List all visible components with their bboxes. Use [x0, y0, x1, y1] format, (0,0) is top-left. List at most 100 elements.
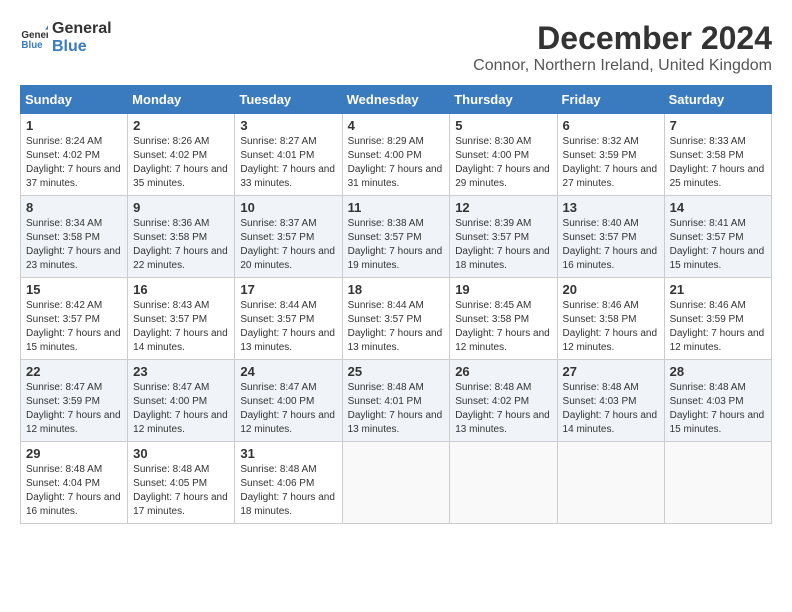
- day-number: 24: [240, 364, 336, 379]
- day-number: 9: [133, 200, 229, 215]
- day-content: Sunrise: 8:38 AM Sunset: 3:57 PM Dayligh…: [348, 217, 445, 273]
- day-number: 13: [563, 200, 659, 215]
- day-number: 11: [348, 200, 445, 215]
- day-number: 22: [26, 364, 122, 379]
- day-number: 29: [26, 446, 122, 461]
- day-cell: 14 Sunrise: 8:41 AM Sunset: 3:57 PM Dayl…: [664, 196, 771, 278]
- day-number: 6: [563, 118, 659, 133]
- day-cell: 26 Sunrise: 8:48 AM Sunset: 4:02 PM Dayl…: [450, 360, 557, 442]
- day-cell: 3 Sunrise: 8:27 AM Sunset: 4:01 PM Dayli…: [235, 114, 342, 196]
- day-cell: 1 Sunrise: 8:24 AM Sunset: 4:02 PM Dayli…: [21, 114, 128, 196]
- day-number: 30: [133, 446, 229, 461]
- day-cell: 28 Sunrise: 8:48 AM Sunset: 4:03 PM Dayl…: [664, 360, 771, 442]
- day-cell: 20 Sunrise: 8:46 AM Sunset: 3:58 PM Dayl…: [557, 278, 664, 360]
- day-content: Sunrise: 8:44 AM Sunset: 3:57 PM Dayligh…: [348, 299, 445, 355]
- day-content: Sunrise: 8:48 AM Sunset: 4:06 PM Dayligh…: [240, 463, 336, 519]
- day-number: 23: [133, 364, 229, 379]
- day-content: Sunrise: 8:29 AM Sunset: 4:00 PM Dayligh…: [348, 135, 445, 191]
- day-number: 18: [348, 282, 445, 297]
- day-number: 21: [670, 282, 766, 297]
- day-number: 12: [455, 200, 551, 215]
- day-content: Sunrise: 8:37 AM Sunset: 3:57 PM Dayligh…: [240, 217, 336, 273]
- day-cell: 7 Sunrise: 8:33 AM Sunset: 3:58 PM Dayli…: [664, 114, 771, 196]
- day-cell: 24 Sunrise: 8:47 AM Sunset: 4:00 PM Dayl…: [235, 360, 342, 442]
- day-content: Sunrise: 8:34 AM Sunset: 3:58 PM Dayligh…: [26, 217, 122, 273]
- weekday-header-row: SundayMondayTuesdayWednesdayThursdayFrid…: [21, 86, 772, 114]
- day-cell: 29 Sunrise: 8:48 AM Sunset: 4:04 PM Dayl…: [21, 442, 128, 524]
- calendar-table: SundayMondayTuesdayWednesdayThursdayFrid…: [20, 85, 772, 524]
- day-cell: 17 Sunrise: 8:44 AM Sunset: 3:57 PM Dayl…: [235, 278, 342, 360]
- day-number: 15: [26, 282, 122, 297]
- weekday-header-thursday: Thursday: [450, 86, 557, 114]
- day-content: Sunrise: 8:39 AM Sunset: 3:57 PM Dayligh…: [455, 217, 551, 273]
- day-cell: 11 Sunrise: 8:38 AM Sunset: 3:57 PM Dayl…: [342, 196, 450, 278]
- day-number: 31: [240, 446, 336, 461]
- day-number: 7: [670, 118, 766, 133]
- day-number: 27: [563, 364, 659, 379]
- day-content: Sunrise: 8:48 AM Sunset: 4:03 PM Dayligh…: [563, 381, 659, 437]
- day-content: Sunrise: 8:47 AM Sunset: 3:59 PM Dayligh…: [26, 381, 122, 437]
- day-cell: [450, 442, 557, 524]
- day-cell: 16 Sunrise: 8:43 AM Sunset: 3:57 PM Dayl…: [128, 278, 235, 360]
- day-cell: 12 Sunrise: 8:39 AM Sunset: 3:57 PM Dayl…: [450, 196, 557, 278]
- week-row-2: 8 Sunrise: 8:34 AM Sunset: 3:58 PM Dayli…: [21, 196, 772, 278]
- weekday-header-sunday: Sunday: [21, 86, 128, 114]
- week-row-5: 29 Sunrise: 8:48 AM Sunset: 4:04 PM Dayl…: [21, 442, 772, 524]
- day-number: 28: [670, 364, 766, 379]
- day-cell: 30 Sunrise: 8:48 AM Sunset: 4:05 PM Dayl…: [128, 442, 235, 524]
- day-content: Sunrise: 8:40 AM Sunset: 3:57 PM Dayligh…: [563, 217, 659, 273]
- day-cell: 27 Sunrise: 8:48 AM Sunset: 4:03 PM Dayl…: [557, 360, 664, 442]
- day-cell: 10 Sunrise: 8:37 AM Sunset: 3:57 PM Dayl…: [235, 196, 342, 278]
- day-content: Sunrise: 8:33 AM Sunset: 3:58 PM Dayligh…: [670, 135, 766, 191]
- weekday-header-friday: Friday: [557, 86, 664, 114]
- day-cell: 25 Sunrise: 8:48 AM Sunset: 4:01 PM Dayl…: [342, 360, 450, 442]
- main-title: December 2024: [473, 20, 772, 57]
- day-content: Sunrise: 8:48 AM Sunset: 4:03 PM Dayligh…: [670, 381, 766, 437]
- day-content: Sunrise: 8:26 AM Sunset: 4:02 PM Dayligh…: [133, 135, 229, 191]
- day-cell: 5 Sunrise: 8:30 AM Sunset: 4:00 PM Dayli…: [450, 114, 557, 196]
- day-number: 19: [455, 282, 551, 297]
- day-content: Sunrise: 8:36 AM Sunset: 3:58 PM Dayligh…: [133, 217, 229, 273]
- logo: General Blue General Blue: [20, 20, 112, 55]
- weekday-header-monday: Monday: [128, 86, 235, 114]
- day-cell: 23 Sunrise: 8:47 AM Sunset: 4:00 PM Dayl…: [128, 360, 235, 442]
- day-number: 1: [26, 118, 122, 133]
- day-content: Sunrise: 8:32 AM Sunset: 3:59 PM Dayligh…: [563, 135, 659, 191]
- weekday-header-tuesday: Tuesday: [235, 86, 342, 114]
- day-content: Sunrise: 8:24 AM Sunset: 4:02 PM Dayligh…: [26, 135, 122, 191]
- title-area: December 2024 Connor, Northern Ireland, …: [473, 20, 772, 75]
- day-cell: [557, 442, 664, 524]
- day-content: Sunrise: 8:42 AM Sunset: 3:57 PM Dayligh…: [26, 299, 122, 355]
- day-cell: 6 Sunrise: 8:32 AM Sunset: 3:59 PM Dayli…: [557, 114, 664, 196]
- day-content: Sunrise: 8:48 AM Sunset: 4:02 PM Dayligh…: [455, 381, 551, 437]
- day-cell: 31 Sunrise: 8:48 AM Sunset: 4:06 PM Dayl…: [235, 442, 342, 524]
- day-number: 20: [563, 282, 659, 297]
- week-row-3: 15 Sunrise: 8:42 AM Sunset: 3:57 PM Dayl…: [21, 278, 772, 360]
- day-cell: 21 Sunrise: 8:46 AM Sunset: 3:59 PM Dayl…: [664, 278, 771, 360]
- day-content: Sunrise: 8:48 AM Sunset: 4:05 PM Dayligh…: [133, 463, 229, 519]
- day-cell: 4 Sunrise: 8:29 AM Sunset: 4:00 PM Dayli…: [342, 114, 450, 196]
- day-number: 5: [455, 118, 551, 133]
- subtitle: Connor, Northern Ireland, United Kingdom: [473, 57, 772, 75]
- day-content: Sunrise: 8:27 AM Sunset: 4:01 PM Dayligh…: [240, 135, 336, 191]
- day-cell: 15 Sunrise: 8:42 AM Sunset: 3:57 PM Dayl…: [21, 278, 128, 360]
- day-number: 8: [26, 200, 122, 215]
- day-cell: 18 Sunrise: 8:44 AM Sunset: 3:57 PM Dayl…: [342, 278, 450, 360]
- day-content: Sunrise: 8:46 AM Sunset: 3:58 PM Dayligh…: [563, 299, 659, 355]
- weekday-header-wednesday: Wednesday: [342, 86, 450, 114]
- logo-icon: General Blue: [20, 24, 48, 52]
- day-cell: [664, 442, 771, 524]
- day-cell: 19 Sunrise: 8:45 AM Sunset: 3:58 PM Dayl…: [450, 278, 557, 360]
- weekday-header-saturday: Saturday: [664, 86, 771, 114]
- day-number: 16: [133, 282, 229, 297]
- day-content: Sunrise: 8:30 AM Sunset: 4:00 PM Dayligh…: [455, 135, 551, 191]
- day-number: 3: [240, 118, 336, 133]
- week-row-1: 1 Sunrise: 8:24 AM Sunset: 4:02 PM Dayli…: [21, 114, 772, 196]
- day-content: Sunrise: 8:43 AM Sunset: 3:57 PM Dayligh…: [133, 299, 229, 355]
- day-cell: 8 Sunrise: 8:34 AM Sunset: 3:58 PM Dayli…: [21, 196, 128, 278]
- day-content: Sunrise: 8:41 AM Sunset: 3:57 PM Dayligh…: [670, 217, 766, 273]
- day-cell: 2 Sunrise: 8:26 AM Sunset: 4:02 PM Dayli…: [128, 114, 235, 196]
- day-cell: 13 Sunrise: 8:40 AM Sunset: 3:57 PM Dayl…: [557, 196, 664, 278]
- week-row-4: 22 Sunrise: 8:47 AM Sunset: 3:59 PM Dayl…: [21, 360, 772, 442]
- day-number: 26: [455, 364, 551, 379]
